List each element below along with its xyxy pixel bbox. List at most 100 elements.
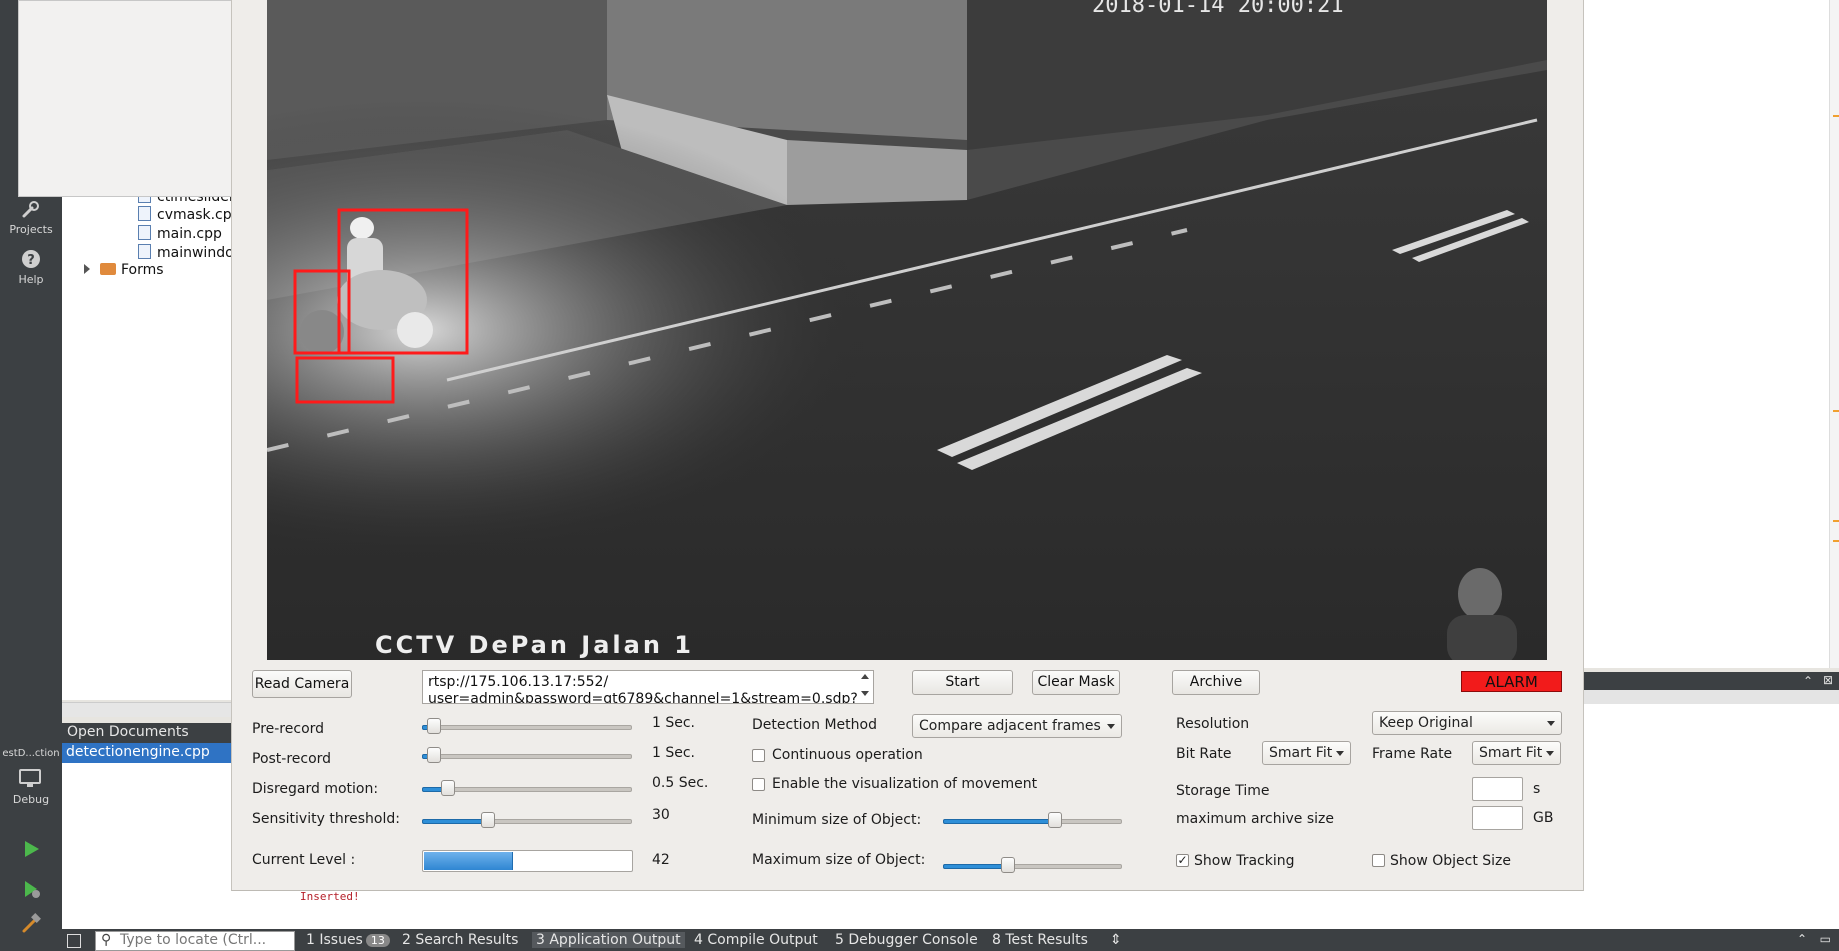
chevron-up-icon[interactable]: ⌃: [1797, 932, 1807, 946]
application-output-tab[interactable]: 3 Application Output: [532, 932, 685, 948]
bit-rate-label: Bit Rate: [1176, 746, 1232, 762]
debugger-console-tab[interactable]: 5 Debugger Console: [835, 932, 978, 948]
sensitivity-label: Sensitivity threshold:: [252, 811, 400, 827]
tree-item-mainwindow[interactable]: mainwindo: [138, 244, 234, 261]
code-editor[interactable]: [1565, 0, 1839, 668]
output-pane: [1565, 704, 1839, 929]
disregard-motion-value: 0.5 Sec.: [652, 775, 709, 791]
output-pane-toolbar: [1565, 690, 1839, 705]
slider-handle[interactable]: [426, 747, 441, 763]
visualization-label: Enable the visualization of movement: [772, 776, 1038, 792]
tree-item-label: cvmask.cpp: [157, 207, 241, 223]
issues-count-badge: 13: [365, 934, 390, 947]
slider-fill: [422, 819, 490, 824]
editor-marker: [1833, 410, 1839, 412]
slider-handle[interactable]: [481, 812, 496, 828]
scroll-down-icon[interactable]: [861, 691, 869, 696]
mode-help[interactable]: ? Help: [0, 248, 62, 286]
toggle-sidebar-icon[interactable]: [67, 934, 81, 948]
max-archive-unit: GB: [1533, 810, 1554, 826]
detection-method-label: Detection Method: [752, 717, 877, 733]
show-tracking-checkbox[interactable]: ✓: [1176, 854, 1189, 867]
more-tabs-icon[interactable]: ⇕: [1110, 932, 1122, 948]
tree-horizontal-scrollbar[interactable]: [62, 702, 242, 717]
alarm-indicator: ALARM: [1461, 671, 1562, 692]
search-icon: ⚲: [101, 932, 112, 948]
show-tracking-label: Show Tracking: [1194, 853, 1295, 869]
tree-item-main[interactable]: main.cpp: [138, 225, 222, 242]
locate-input[interactable]: ⚲ Type to locate (Ctrl...: [95, 931, 295, 951]
pre-record-value: 1 Sec.: [652, 715, 696, 731]
start-button[interactable]: Start: [912, 670, 1013, 695]
resolution-label: Resolution: [1176, 716, 1250, 732]
mode-help-label: Help: [18, 273, 44, 286]
detection-method-select[interactable]: Compare adjacent frames: [912, 714, 1122, 738]
scroll-up-icon[interactable]: [861, 674, 869, 679]
clear-mask-button[interactable]: Clear Mask: [1032, 670, 1120, 695]
compile-output-tab[interactable]: 4 Compile Output: [694, 932, 818, 948]
camera-url-input[interactable]: rtsp://175.106.13.17:552/ user=admin&pas…: [422, 670, 874, 704]
run-button[interactable]: [0, 838, 62, 863]
camera-view[interactable]: 2018-01-14 20:00:21 CCTV DePan Jalan 1: [267, 0, 1547, 660]
storage-time-input[interactable]: [1472, 777, 1523, 801]
tree-item-forms[interactable]: Forms: [84, 262, 164, 278]
expand-arrow-icon[interactable]: [84, 264, 90, 274]
disregard-motion-slider[interactable]: [422, 780, 632, 796]
slider-handle[interactable]: [441, 780, 456, 796]
chevron-down-icon: [1336, 751, 1344, 756]
post-record-slider[interactable]: [422, 747, 632, 763]
read-camera-button[interactable]: Read Camera: [252, 670, 352, 698]
open-document-item[interactable]: detectionengine.cpp: [62, 743, 242, 763]
visualization-checkbox[interactable]: [752, 778, 765, 791]
target-selector[interactable]: Debug: [0, 768, 62, 806]
current-level-bar: [422, 850, 633, 872]
maximize-icon[interactable]: ▭: [1820, 932, 1831, 946]
max-archive-input[interactable]: [1472, 806, 1523, 830]
current-level-value: 42: [652, 852, 670, 868]
current-level-label: Current Level :: [252, 852, 356, 868]
continuous-operation-label: Continuous operation: [772, 747, 923, 763]
sensitivity-slider[interactable]: [422, 812, 632, 828]
editor-scrollbar[interactable]: [1829, 0, 1839, 668]
slider-handle[interactable]: [426, 718, 441, 734]
search-results-tab[interactable]: 2 Search Results: [402, 932, 518, 948]
run-icon: [25, 841, 39, 857]
bit-rate-select[interactable]: Smart Fit: [1262, 741, 1351, 765]
frame-rate-value: Smart Fit: [1479, 745, 1543, 761]
show-object-size-checkbox[interactable]: [1372, 854, 1385, 867]
resolution-value: Keep Original: [1379, 715, 1473, 731]
close-pane-icon[interactable]: ⊠: [1823, 673, 1833, 687]
tree-item-label: mainwindo: [157, 245, 234, 261]
camera-frame: 2018-01-14 20:00:21 CCTV DePan Jalan 1: [267, 0, 1547, 660]
slider-handle[interactable]: [1001, 857, 1016, 873]
disregard-motion-label: Disregard motion:: [252, 781, 379, 797]
detection-method-value: Compare adjacent frames: [919, 718, 1101, 734]
resolution-select[interactable]: Keep Original: [1372, 711, 1562, 735]
bit-rate-value: Smart Fit: [1269, 745, 1333, 761]
pre-record-label: Pre-record: [252, 721, 325, 737]
frame-rate-select[interactable]: Smart Fit: [1472, 741, 1561, 765]
url-scroll-buttons[interactable]: [858, 671, 872, 702]
chevron-up-icon[interactable]: ⌃: [1803, 674, 1813, 688]
tree-item-cvmask[interactable]: cvmask.cpp: [138, 206, 241, 223]
cpp-file-icon: [138, 244, 151, 259]
tree-item-label: main.cpp: [157, 226, 222, 242]
archive-button[interactable]: Archive: [1172, 670, 1260, 695]
cpp-file-icon: [138, 206, 151, 221]
debug-run-button[interactable]: [0, 878, 62, 903]
pre-record-slider[interactable]: [422, 718, 632, 734]
slider-handle[interactable]: [1047, 812, 1062, 828]
build-button[interactable]: [0, 912, 62, 937]
slider-groove: [422, 754, 632, 759]
hammer-icon: [22, 913, 41, 933]
open-documents-list: [62, 763, 242, 929]
max-object-label: Maximum size of Object:: [752, 852, 926, 868]
mode-projects[interactable]: Projects: [0, 198, 62, 236]
storage-time-label: Storage Time: [1176, 783, 1270, 799]
test-results-tab[interactable]: 8 Test Results: [992, 932, 1088, 948]
continuous-operation-checkbox[interactable]: [752, 749, 765, 762]
max-object-slider[interactable]: [943, 857, 1122, 873]
issues-tab[interactable]: 1 Issues 13: [306, 932, 390, 948]
storage-time-unit: s: [1533, 781, 1541, 797]
min-object-slider[interactable]: [943, 812, 1122, 828]
